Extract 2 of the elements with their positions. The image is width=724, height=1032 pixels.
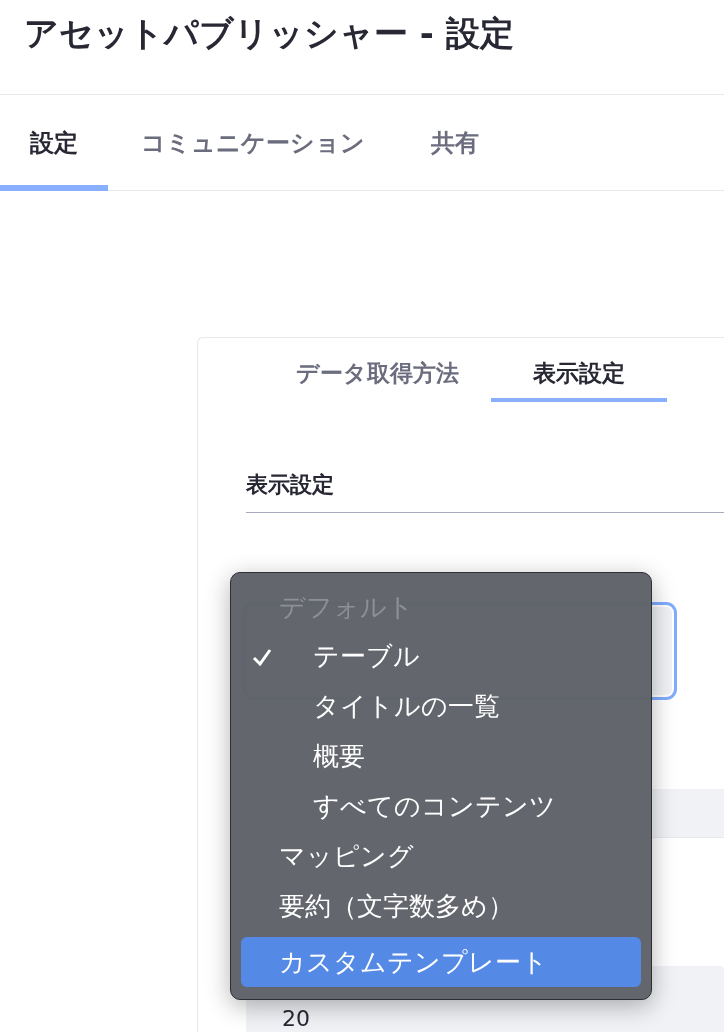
section-title: 表示設定 <box>246 470 724 513</box>
page-title: アセットパブリッシャー - 設定 <box>0 0 724 95</box>
